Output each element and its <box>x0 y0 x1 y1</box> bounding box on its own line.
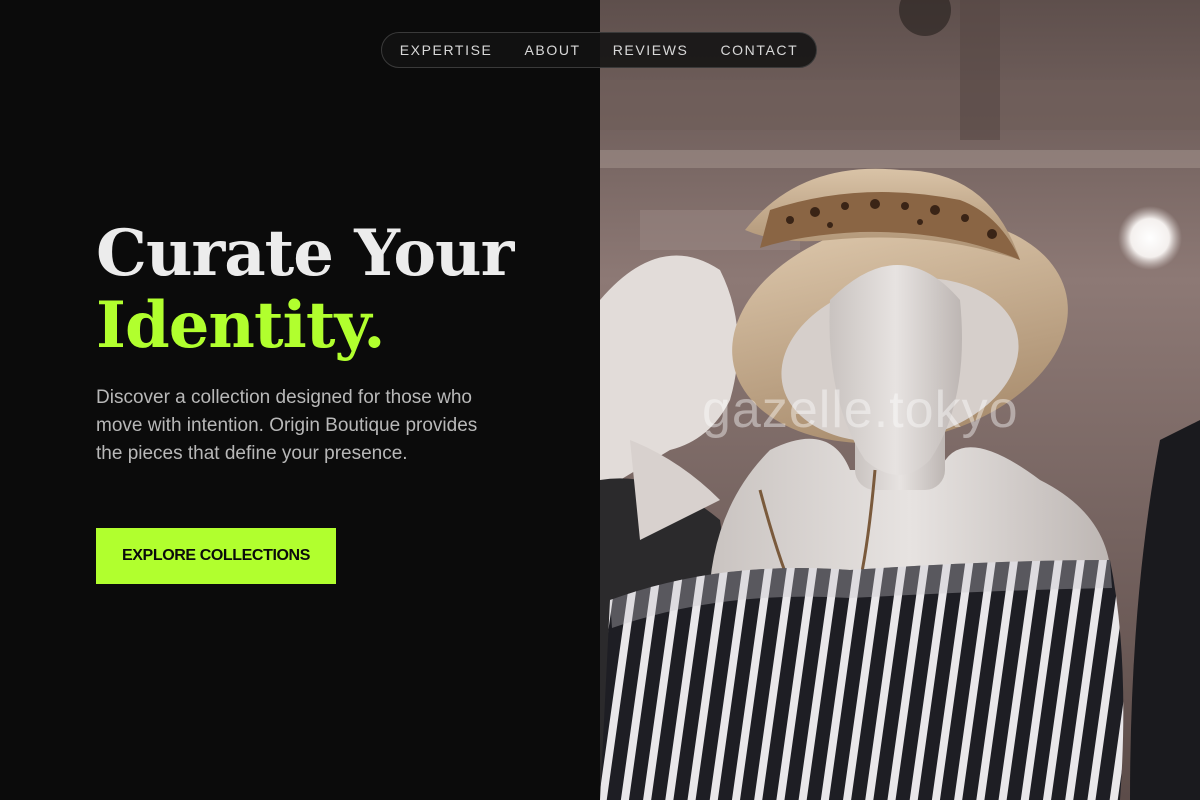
top-nav: EXPERTISE ABOUT REVIEWS CONTACT <box>381 32 817 68</box>
explore-collections-button[interactable]: EXPLORE COLLECTIONS <box>96 528 336 584</box>
nav-item-contact[interactable]: CONTACT <box>720 42 798 58</box>
page: gazelle.tokyo EXPERTISE ABOUT REVIEWS CO… <box>0 0 1200 800</box>
nav-item-expertise[interactable]: EXPERTISE <box>400 42 493 58</box>
nav-item-reviews[interactable]: REVIEWS <box>613 42 689 58</box>
hero-headline: Curate Your Identity. <box>96 216 514 363</box>
watermark-text: gazelle.tokyo <box>702 381 1019 439</box>
headline-line-1: Curate Your <box>96 216 514 291</box>
nav-item-about[interactable]: ABOUT <box>524 42 580 58</box>
hero-description: Discover a collection designed for those… <box>96 387 478 464</box>
headline-line-2-accent: Identity. <box>96 288 386 363</box>
